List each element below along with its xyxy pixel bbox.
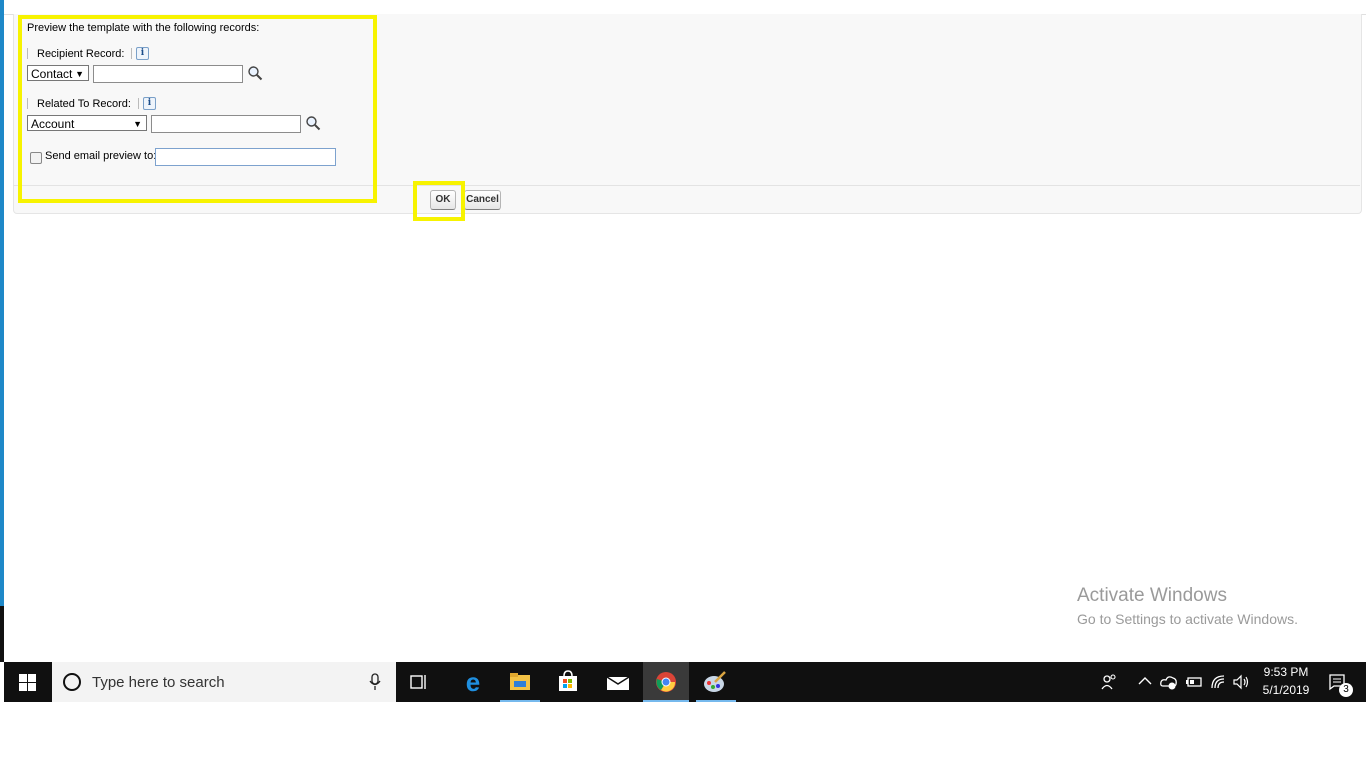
chrome-active-indicator <box>643 700 689 702</box>
edge-icon[interactable]: e <box>456 662 490 702</box>
volume-icon[interactable] <box>1232 674 1250 690</box>
cortana-icon <box>63 673 81 691</box>
chevron-up-icon[interactable] <box>1138 676 1152 686</box>
task-view-icon[interactable] <box>410 674 428 690</box>
left-accent-strip <box>0 0 4 662</box>
form-highlight-box <box>18 15 377 203</box>
notification-count-badge: 3 <box>1339 683 1353 697</box>
left-dark-strip <box>0 606 4 662</box>
store-icon[interactable] <box>557 670 579 692</box>
mail-icon[interactable] <box>606 673 630 691</box>
chrome-icon[interactable] <box>655 671 677 693</box>
taskbar-clock-time[interactable]: 9:53 PM <box>1263 665 1309 679</box>
taskbar-search-placeholder: Type here to search <box>92 674 225 691</box>
windows-start-icon[interactable] <box>19 674 36 691</box>
activate-windows-subtitle: Go to Settings to activate Windows. <box>1077 611 1298 627</box>
top-header-bar <box>4 0 1366 15</box>
ok-highlight-box <box>413 181 465 221</box>
file-explorer-active-indicator <box>500 700 540 702</box>
wifi-icon[interactable] <box>1210 674 1226 690</box>
activate-windows-title: Activate Windows <box>1077 585 1227 606</box>
battery-icon[interactable] <box>1185 675 1203 689</box>
cancel-button[interactable]: Cancel <box>464 190 501 210</box>
paint-active-indicator <box>696 700 736 702</box>
paint-icon[interactable] <box>703 670 727 694</box>
file-explorer-icon[interactable] <box>509 671 531 691</box>
people-icon[interactable] <box>1101 673 1117 691</box>
microphone-icon[interactable] <box>369 673 381 691</box>
taskbar-clock-date[interactable]: 5/1/2019 <box>1259 683 1313 697</box>
onedrive-sync-icon[interactable] <box>1160 674 1178 690</box>
